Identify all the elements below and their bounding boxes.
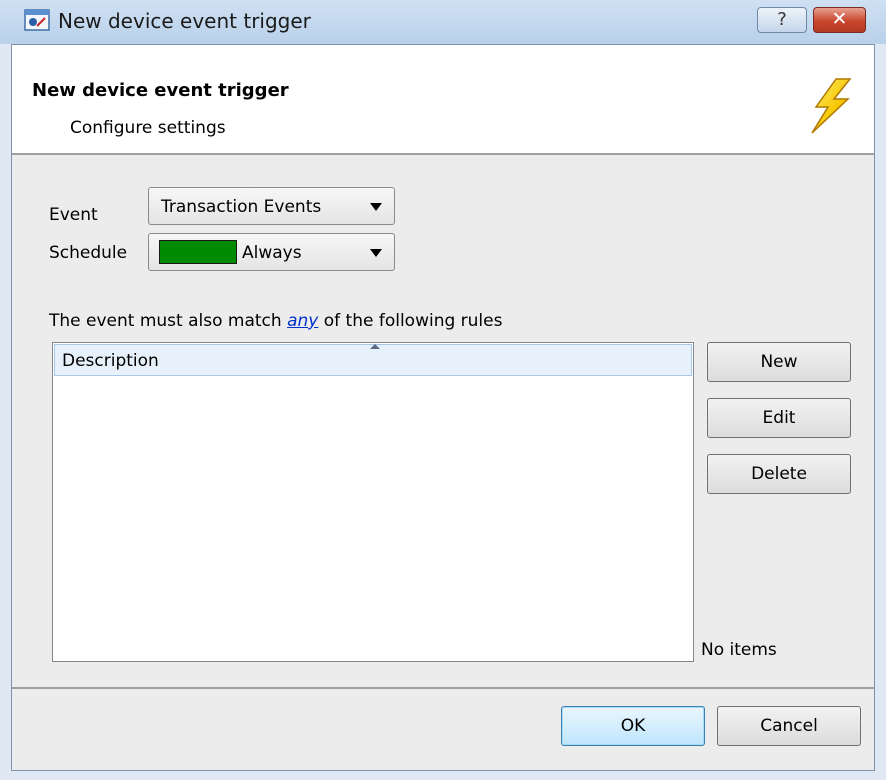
close-icon: ✕ <box>831 8 848 30</box>
event-dropdown[interactable]: Transaction Events <box>148 187 395 225</box>
delete-rule-button[interactable]: Delete <box>707 454 851 494</box>
match-mode-link[interactable]: any <box>287 311 318 331</box>
cancel-button[interactable]: Cancel <box>717 706 861 746</box>
schedule-value: Always <box>242 243 302 263</box>
header-title: New device event trigger <box>32 80 289 101</box>
help-icon: ? <box>777 9 787 30</box>
schedule-label: Schedule <box>49 243 128 263</box>
dialog-window: New device event trigger ? ✕ New device … <box>0 0 886 780</box>
close-button[interactable]: ✕ <box>813 7 866 33</box>
new-rule-button[interactable]: New <box>707 342 851 382</box>
dialog-client-area: New device event trigger Configure setti… <box>11 44 875 771</box>
chevron-down-icon <box>370 249 382 257</box>
window-title: New device event trigger <box>58 9 311 33</box>
schedule-color-swatch <box>159 240 237 264</box>
header-separator <box>12 153 874 155</box>
description-column-header[interactable]: Description <box>54 344 692 376</box>
rule-match-text: The event must also match any of the fol… <box>49 311 502 331</box>
header-subtitle: Configure settings <box>70 118 226 138</box>
title-bar[interactable]: New device event trigger ? ✕ <box>0 0 886 44</box>
rules-list[interactable]: Description <box>52 342 694 662</box>
column-header-label: Description <box>62 351 159 371</box>
app-icon <box>24 9 50 31</box>
sort-ascending-icon <box>370 344 380 349</box>
schedule-dropdown[interactable]: Always <box>148 233 395 271</box>
rule-text-after: of the following rules <box>318 311 503 331</box>
event-value: Transaction Events <box>161 197 322 217</box>
chevron-down-icon <box>370 203 382 211</box>
lightning-bolt-icon <box>811 78 852 134</box>
footer-separator <box>12 687 874 689</box>
rule-text-before: The event must also match <box>49 311 288 331</box>
edit-rule-button[interactable]: Edit <box>707 398 851 438</box>
ok-button[interactable]: OK <box>561 706 705 746</box>
event-label: Event <box>49 205 98 225</box>
help-button[interactable]: ? <box>757 7 807 33</box>
list-status: No items <box>701 640 777 660</box>
header-panel: New device event trigger Configure setti… <box>12 45 874 154</box>
